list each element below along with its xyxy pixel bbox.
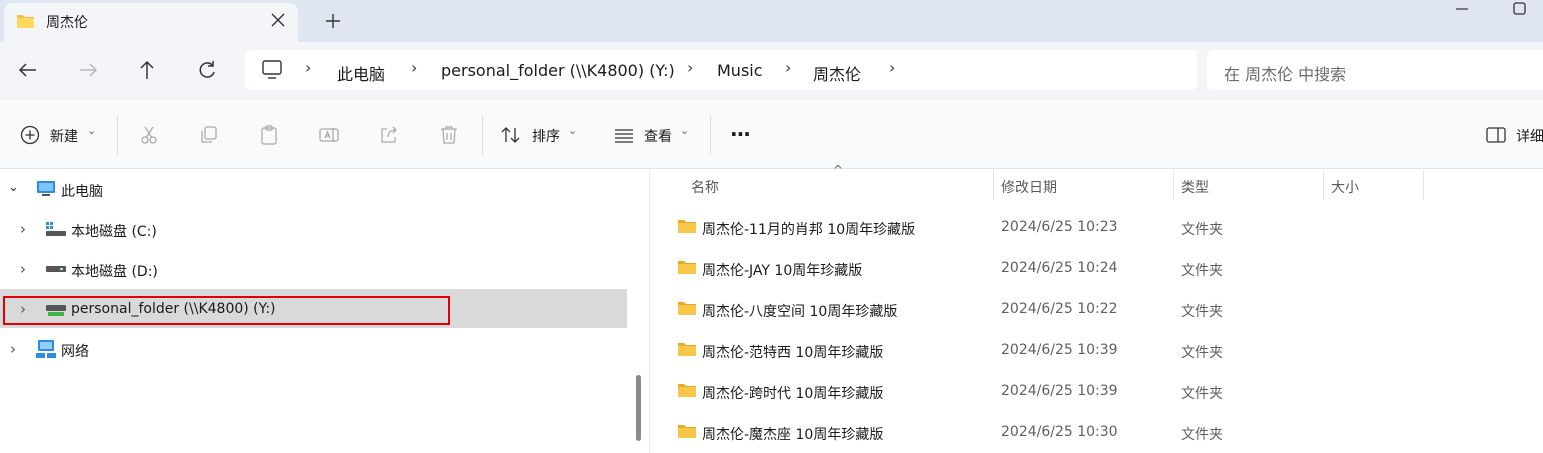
highlight-box (3, 296, 450, 325)
close-icon[interactable] (268, 10, 288, 30)
details-button[interactable]: 详细 (1516, 126, 1543, 146)
column-divider[interactable] (1323, 170, 1324, 200)
breadcrumb-music[interactable]: Music (717, 61, 763, 80)
minimize-icon[interactable] (1450, 0, 1474, 18)
chevron-right-icon[interactable]: › (785, 58, 791, 77)
file-type: 文件夹 (1181, 427, 1223, 443)
column-divider[interactable] (1173, 170, 1174, 200)
breadcrumb-this-pc[interactable]: 此电脑 (337, 61, 385, 85)
folder-icon (678, 343, 696, 356)
plus-icon[interactable] (322, 10, 344, 32)
chevron-down-icon[interactable]: ⌄ (8, 180, 19, 195)
column-divider[interactable] (993, 170, 994, 200)
drive-icon (46, 266, 66, 272)
command-bar (0, 100, 1543, 169)
sort-icon[interactable] (500, 124, 522, 146)
more-options-button[interactable]: ··· (730, 122, 751, 146)
toolbar-divider (117, 115, 118, 155)
forward-arrow-icon[interactable] (71, 53, 105, 87)
network-icon (36, 340, 56, 358)
file-date: 2024/6/25 10:23 (1001, 219, 1118, 235)
file-date: 2024/6/25 10:39 (1001, 342, 1118, 358)
file-date: 2024/6/25 10:24 (1001, 260, 1118, 276)
file-type: 文件夹 (1181, 304, 1223, 320)
chevron-right-icon[interactable]: › (10, 340, 16, 358)
new-button[interactable]: 新建 (50, 126, 78, 146)
chevron-right-icon[interactable]: › (20, 260, 26, 278)
file-date: 2024/6/25 10:22 (1001, 301, 1118, 317)
file-name[interactable]: 周杰伦-八度空间 10周年珍藏版 (702, 301, 897, 321)
back-arrow-icon[interactable] (11, 53, 45, 87)
cut-icon[interactable] (138, 124, 160, 146)
file-name[interactable]: 周杰伦-魔杰座 10周年珍藏版 (702, 424, 883, 444)
copy-icon[interactable] (198, 124, 220, 146)
column-header-date-modified[interactable]: 修改日期 (1001, 177, 1057, 197)
file-type: 文件夹 (1181, 222, 1223, 238)
toolbar-divider (482, 115, 483, 155)
toolbar-divider (710, 115, 711, 155)
view-icon[interactable] (613, 124, 635, 146)
chevron-down-icon[interactable]: ⌄ (680, 124, 689, 137)
chevron-right-icon[interactable]: › (889, 58, 895, 77)
file-name[interactable]: 周杰伦-范特西 10周年珍藏版 (702, 342, 883, 362)
chevron-right-icon[interactable]: › (687, 58, 693, 77)
sort-ascending-icon: ^ (833, 163, 844, 177)
windows-drive-icon (46, 222, 66, 236)
view-button[interactable]: 查看 (644, 126, 672, 146)
chevron-right-icon[interactable]: › (20, 220, 26, 238)
tree-item-this-pc[interactable]: 此电脑 (61, 181, 103, 201)
tab-title: 周杰伦 (46, 15, 88, 31)
folder-icon (678, 220, 696, 233)
refresh-icon[interactable] (190, 53, 224, 87)
new-plus-circle-icon[interactable] (19, 124, 41, 146)
tree-item-local-disk-d[interactable]: 本地磁盘 (D:) (71, 261, 158, 281)
file-name[interactable]: 周杰伦-11月的肖邦 10周年珍藏版 (702, 219, 915, 239)
chevron-down-icon[interactable]: ⌄ (568, 124, 577, 137)
file-date: 2024/6/25 10:30 (1001, 424, 1118, 440)
folder-icon (17, 15, 34, 28)
folder-icon (678, 425, 696, 438)
pane-divider[interactable] (649, 169, 650, 453)
column-divider[interactable] (1423, 170, 1424, 200)
delete-icon[interactable] (438, 124, 460, 146)
folder-icon (678, 384, 696, 397)
column-header-size[interactable]: 大小 (1331, 177, 1359, 197)
computer-icon (262, 60, 282, 79)
chevron-right-icon[interactable]: › (411, 58, 417, 77)
file-name[interactable]: 周杰伦-跨时代 10周年珍藏版 (702, 383, 883, 403)
rename-icon[interactable] (318, 124, 340, 146)
file-type: 文件夹 (1181, 386, 1223, 402)
computer-icon (37, 181, 55, 196)
chevron-down-icon[interactable]: ⌄ (87, 124, 96, 137)
up-arrow-icon[interactable] (130, 53, 164, 87)
breadcrumb-personal-folder[interactable]: personal_folder (\\K4800) (Y:) (441, 61, 675, 80)
file-name[interactable]: 周杰伦-JAY 10周年珍藏版 (702, 260, 862, 280)
sort-button[interactable]: 排序 (532, 126, 560, 146)
tree-item-network[interactable]: 网络 (61, 341, 89, 361)
column-header-name[interactable]: 名称 (691, 177, 719, 197)
folder-icon (678, 261, 696, 274)
file-date: 2024/6/25 10:39 (1001, 383, 1118, 399)
column-header-type[interactable]: 类型 (1181, 177, 1209, 197)
chevron-right-icon[interactable]: › (305, 58, 311, 77)
scrollbar-thumb[interactable] (636, 375, 641, 441)
search-input[interactable]: 在 周杰伦 中搜索 (1224, 61, 1346, 85)
tree-item-local-disk-c[interactable]: 本地磁盘 (C:) (71, 221, 157, 241)
share-icon[interactable] (378, 124, 400, 146)
folder-icon (678, 302, 696, 315)
file-type: 文件夹 (1181, 345, 1223, 361)
details-pane-icon[interactable] (1485, 124, 1507, 146)
maximize-icon[interactable] (1508, 0, 1532, 18)
breadcrumb-jay-chou[interactable]: 周杰伦 (813, 61, 861, 85)
paste-icon[interactable] (258, 124, 280, 146)
file-type: 文件夹 (1181, 263, 1223, 279)
